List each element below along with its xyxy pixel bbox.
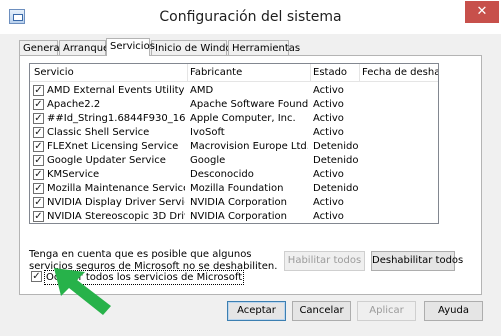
service-checkbox[interactable]: ✓ [33, 141, 44, 152]
service-status: Detenido [313, 141, 359, 152]
table-row[interactable]: ✓ ##Id_String1.6844F930_1628_... Apple C… [30, 112, 438, 126]
service-maker: Desconocido [190, 169, 254, 180]
service-maker: Macrovision Europe Ltd. [190, 141, 308, 152]
service-status: Activo [313, 127, 344, 138]
tab-herramientas[interactable]: Herramientas [228, 40, 300, 55]
service-maker: Google [190, 155, 226, 166]
tab-servicios[interactable]: Servicios [106, 38, 155, 56]
cancel-button[interactable]: Cancelar [292, 301, 351, 321]
list-header: Servicio Fabricante Estado Fecha de desh… [30, 64, 438, 82]
service-maker: Apple Computer, Inc. [190, 113, 296, 124]
service-name: KMService [47, 169, 100, 180]
system-config-window: Configuración del sistema ✕ General Arra… [0, 0, 501, 336]
tab-general[interactable]: General [19, 40, 62, 55]
service-name: AMD External Events Utility [47, 85, 185, 96]
service-status: Activo [313, 113, 344, 124]
help-button[interactable]: Ayuda [424, 301, 483, 321]
table-row[interactable]: ✓ Classic Shell Service IvoSoft Activo [30, 126, 438, 140]
service-status: Activo [313, 169, 344, 180]
table-row[interactable]: ✓ KMService Desconocido Activo [30, 168, 438, 182]
table-row[interactable]: ✓ AMD External Events Utility AMD Activo [30, 84, 438, 98]
table-row[interactable]: ✓ NVIDIA Stereoscopic 3D Driver S... NVI… [30, 210, 438, 223]
service-maker: IvoSoft [190, 127, 225, 138]
arrow-shape [54, 268, 111, 315]
accept-button[interactable]: Aceptar [227, 301, 286, 321]
column-header-fecha[interactable]: Fecha de desha... [362, 67, 438, 78]
service-maker: NVIDIA Corporation [190, 211, 288, 222]
service-name: NVIDIA Stereoscopic 3D Driver S... [47, 211, 185, 222]
service-checkbox[interactable]: ✓ [33, 113, 44, 124]
service-checkbox[interactable]: ✓ [33, 211, 44, 222]
close-button[interactable]: ✕ [465, 1, 499, 23]
service-checkbox[interactable]: ✓ [33, 127, 44, 138]
service-name: Mozilla Maintenance Service [47, 183, 185, 194]
service-checkbox[interactable]: ✓ [33, 183, 44, 194]
service-status: Activo [313, 197, 344, 208]
service-name: Google Updater Service [47, 155, 166, 166]
table-row[interactable]: ✓ FLEXnet Licensing Service Macrovision … [30, 140, 438, 154]
enable-all-button[interactable]: Habilitar todos [284, 251, 365, 271]
service-maker: AMD [190, 85, 214, 96]
column-header-fabricante[interactable]: Fabricante [190, 67, 242, 78]
service-name: NVIDIA Display Driver Service [47, 197, 185, 208]
window-title: Configuración del sistema [159, 9, 342, 25]
column-separator[interactable] [187, 64, 188, 81]
column-separator[interactable] [359, 64, 360, 81]
service-name: Classic Shell Service [47, 127, 150, 138]
service-status: Detenido [313, 155, 359, 166]
green-arrow-icon [54, 268, 111, 315]
column-separator[interactable] [310, 64, 311, 81]
services-list[interactable]: Servicio Fabricante Estado Fecha de desh… [29, 63, 439, 224]
service-name: ##Id_String1.6844F930_1628_... [47, 113, 185, 124]
table-row[interactable]: ✓ Apache2.2 Apache Software Foundation A… [30, 98, 438, 112]
service-status: Activo [313, 99, 344, 110]
tab-inicio-de-windows[interactable]: Inicio de Windows [151, 40, 245, 55]
service-checkbox[interactable]: ✓ [33, 99, 44, 110]
title-bar[interactable]: Configuración del sistema ✕ [0, 0, 501, 34]
table-row[interactable]: ✓ Google Updater Service Google Detenido [30, 154, 438, 168]
apply-button[interactable]: Aplicar [357, 301, 416, 321]
service-name: FLEXnet Licensing Service [47, 141, 179, 152]
service-checkbox[interactable]: ✓ [33, 197, 44, 208]
service-checkbox[interactable]: ✓ [33, 169, 44, 180]
service-status: Activo [313, 85, 344, 96]
service-status: Detenido [313, 183, 359, 194]
column-header-servicio[interactable]: Servicio [34, 67, 74, 78]
service-maker: NVIDIA Corporation [190, 197, 288, 208]
tab-arranque[interactable]: Arranque [59, 40, 109, 55]
service-maker: Mozilla Foundation [190, 183, 284, 194]
service-checkbox[interactable]: ✓ [33, 85, 44, 96]
hide-microsoft-checkbox[interactable]: ✓ [31, 271, 42, 282]
table-row[interactable]: ✓ NVIDIA Display Driver Service NVIDIA C… [30, 196, 438, 210]
table-row[interactable]: ✓ Mozilla Maintenance Service Mozilla Fo… [30, 182, 438, 196]
service-name: Apache2.2 [47, 99, 101, 110]
disable-all-button[interactable]: Deshabilitar todos [371, 251, 463, 271]
column-header-estado[interactable]: Estado [313, 67, 347, 78]
service-maker: Apache Software Foundation [190, 99, 308, 110]
service-checkbox[interactable]: ✓ [33, 155, 44, 166]
service-status: Activo [313, 211, 344, 222]
